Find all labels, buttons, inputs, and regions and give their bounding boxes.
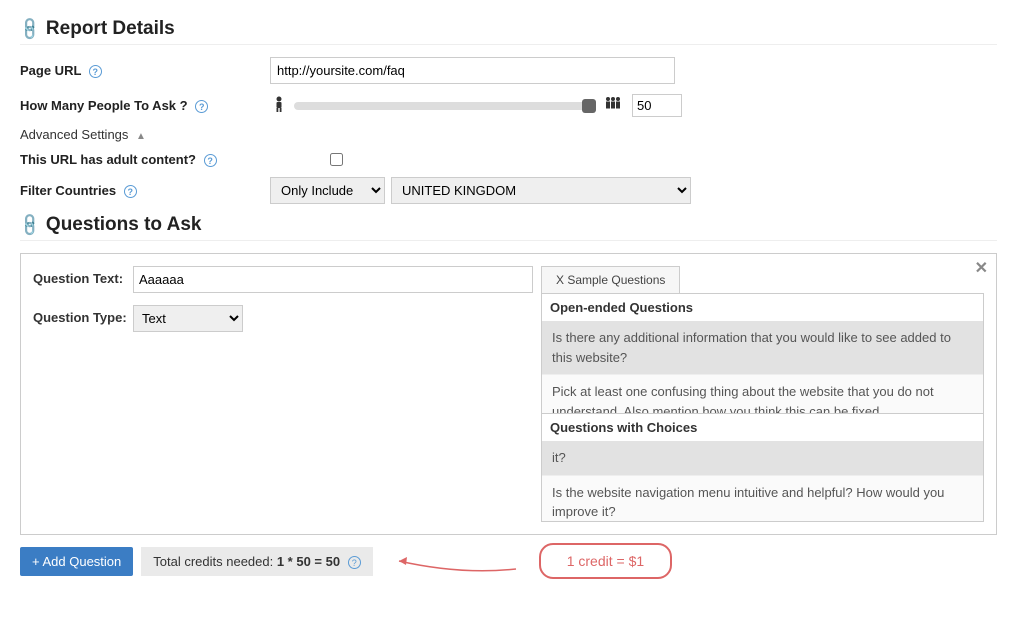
- credits-needed-box: Total credits needed: 1 * 50 = 50 ?: [141, 547, 372, 576]
- sample-questions-panel: Open-ended Questions Is there any additi…: [541, 293, 984, 522]
- question-text-label: Question Text:: [33, 266, 133, 286]
- slider-handle[interactable]: [582, 99, 596, 113]
- credit-info-callout: 1 credit = $1: [539, 543, 672, 579]
- question-type-label: Question Type:: [33, 305, 133, 325]
- adult-content-label: This URL has adult content? ?: [20, 152, 270, 167]
- close-icon[interactable]: ✕: [975, 258, 988, 278]
- help-icon[interactable]: ?: [348, 556, 361, 569]
- sample-question-item[interactable]: Pick at least one confusing thing about …: [542, 375, 983, 413]
- advanced-settings-toggle[interactable]: Advanced Settings ▲: [20, 127, 146, 142]
- page-url-input[interactable]: [270, 57, 675, 84]
- page-url-label: Page URL ?: [20, 63, 270, 78]
- annotation-arrow-icon: [391, 547, 521, 575]
- people-label: How Many People To Ask ? ?: [20, 98, 270, 113]
- person-single-icon: [274, 96, 284, 115]
- question-editor-box: ✕ Question Text: Question Type: Text X S…: [20, 253, 997, 535]
- adult-content-checkbox[interactable]: [330, 153, 343, 166]
- person-group-icon: [604, 96, 622, 115]
- help-icon[interactable]: ?: [89, 65, 102, 78]
- filter-countries-label: Filter Countries ?: [20, 183, 270, 198]
- people-count-input[interactable]: [632, 94, 682, 117]
- link-icon: 🔗: [16, 15, 44, 43]
- sample-questions-tab[interactable]: X Sample Questions: [541, 266, 680, 293]
- questions-title: Questions to Ask: [46, 214, 202, 236]
- choices-scroll[interactable]: it? Is the website navigation menu intui…: [542, 441, 983, 521]
- help-icon[interactable]: ?: [195, 100, 208, 113]
- questions-header: 🔗 Questions to Ask: [20, 214, 997, 241]
- choices-header: Questions with Choices: [542, 413, 983, 441]
- report-details-header: 🔗 Report Details: [20, 18, 997, 45]
- sample-question-item[interactable]: it?: [542, 441, 983, 476]
- help-icon[interactable]: ?: [124, 185, 137, 198]
- caret-up-icon: ▲: [136, 131, 146, 142]
- people-slider[interactable]: [294, 102, 594, 110]
- open-ended-header: Open-ended Questions: [542, 294, 983, 321]
- open-ended-scroll[interactable]: Is there any additional information that…: [542, 321, 983, 413]
- question-type-select[interactable]: Text: [133, 305, 243, 332]
- sample-question-item[interactable]: Is there any additional information that…: [542, 321, 983, 375]
- sample-question-item[interactable]: Is the website navigation menu intuitive…: [542, 476, 983, 522]
- question-text-input[interactable]: [133, 266, 533, 293]
- help-icon[interactable]: ?: [204, 154, 217, 167]
- filter-mode-select[interactable]: Only Include: [270, 177, 385, 204]
- link-icon: 🔗: [16, 211, 44, 239]
- report-details-title: Report Details: [46, 18, 175, 40]
- add-question-button[interactable]: + Add Question: [20, 547, 133, 576]
- filter-country-select[interactable]: UNITED KINGDOM: [391, 177, 691, 204]
